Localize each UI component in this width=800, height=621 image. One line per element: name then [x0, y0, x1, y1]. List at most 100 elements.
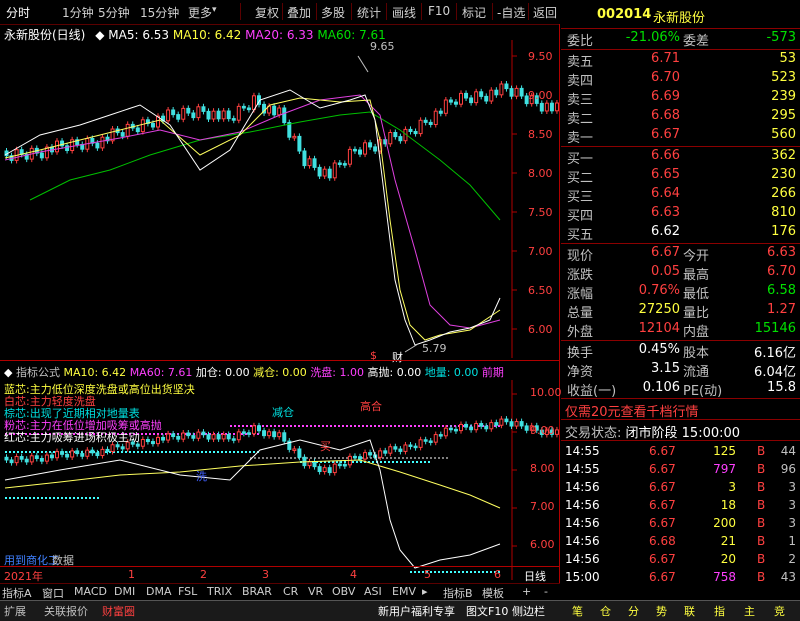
candle: [413, 445, 418, 449]
tick-price: 6.67: [649, 570, 676, 584]
tab-dma[interactable]: DMA: [146, 585, 172, 598]
icon-bi[interactable]: 笔: [572, 603, 583, 619]
candle: [524, 425, 529, 431]
chevron-down-icon[interactable]: ▾: [212, 5, 217, 15]
stat-value: 0.05: [651, 264, 680, 279]
icon-shi[interactable]: 势: [656, 603, 667, 619]
time-axis-period[interactable]: 日线: [524, 568, 546, 584]
candle: [469, 426, 474, 431]
tab-brar[interactable]: BRAR: [242, 585, 272, 598]
tab-fsl[interactable]: FSL: [178, 585, 197, 598]
candle: [140, 119, 145, 133]
sell-volume: 295: [771, 108, 796, 123]
tab-15min[interactable]: 15分钟: [140, 4, 179, 21]
remove-tab-button[interactable]: -: [544, 585, 548, 598]
candle: [317, 166, 322, 177]
finance-marker[interactable]: 财: [392, 349, 403, 365]
candle: [125, 123, 130, 137]
candle: [474, 91, 479, 104]
candle: [211, 434, 216, 440]
buy-volume: 266: [771, 186, 796, 201]
tab-5min[interactable]: 5分钟: [98, 4, 130, 21]
candle: [75, 450, 80, 455]
icon-zhi[interactable]: 指: [714, 603, 725, 619]
tab-vr[interactable]: VR: [308, 585, 323, 598]
tab-template[interactable]: 模板: [482, 585, 504, 601]
candle: [438, 434, 443, 437]
draw-line-button[interactable]: 画线: [392, 4, 416, 21]
candle: [120, 446, 125, 450]
indicator-tabs: 指标A 窗口 MACD DMI DMA FSL TRIX BRAR CR VR …: [0, 583, 560, 601]
add-watchlist-button[interactable]: -自选: [497, 4, 525, 21]
candle: [120, 132, 125, 137]
icon-fen[interactable]: 分: [628, 603, 639, 619]
sell-row: 卖二 6.68 295: [561, 108, 800, 127]
settings-icon[interactable]: ◆: [4, 366, 12, 379]
tab-intraday[interactable]: 分时: [6, 4, 30, 21]
candle: [246, 107, 251, 111]
tab-dmi[interactable]: DMI: [114, 585, 135, 598]
overlay-button[interactable]: 叠加: [287, 4, 311, 21]
time-axis-month: 2: [200, 568, 207, 581]
axis-tick: 6.00: [530, 538, 555, 551]
candle: [231, 438, 236, 441]
candle: [65, 453, 70, 458]
related-quote-button[interactable]: 关联报价: [44, 603, 88, 619]
wealth-circle-button[interactable]: 财富圈: [102, 603, 135, 619]
candle: [246, 432, 251, 435]
candle: [363, 452, 368, 460]
expand-button[interactable]: 扩展: [4, 603, 26, 619]
tab-indicator-b[interactable]: 指标B: [443, 585, 473, 601]
new-user-promo[interactable]: 新用户福利专享: [378, 603, 455, 619]
candle: [292, 448, 297, 451]
stats-button[interactable]: 统计: [357, 4, 381, 21]
ind-qianjing: 前期: [481, 366, 504, 379]
tab-more[interactable]: 更多: [188, 4, 212, 21]
add-tab-button[interactable]: +: [522, 585, 531, 598]
stat-row: 净资 3.15 流通 6.04亿: [561, 361, 800, 380]
candle: [297, 448, 302, 458]
stat-value: 6.58: [767, 283, 796, 298]
f10-graphic-button[interactable]: 图文F10: [466, 603, 508, 619]
candle: [29, 455, 34, 463]
tab-1min[interactable]: 1分钟: [62, 4, 94, 21]
fuquan-button[interactable]: 复权: [255, 4, 279, 21]
sell-row: 卖四 6.70 523: [561, 70, 800, 89]
mark-button[interactable]: 标记: [462, 4, 486, 21]
stat-label: 换手: [567, 346, 594, 361]
icon-zhu[interactable]: 主: [744, 603, 755, 619]
candlestick-chart[interactable]: [0, 40, 560, 358]
icon-lian[interactable]: 联: [684, 603, 695, 619]
multi-stock-button[interactable]: 多股: [321, 4, 345, 21]
back-button[interactable]: 返回: [533, 4, 557, 21]
weibi-value: -21.06%: [625, 30, 680, 45]
candle: [408, 444, 413, 447]
tab-window[interactable]: 窗口: [42, 585, 64, 601]
tab-cr[interactable]: CR: [283, 585, 298, 598]
sidebar-toggle[interactable]: 侧边栏: [512, 603, 545, 619]
icon-cang[interactable]: 仓: [600, 603, 611, 619]
tab-obv[interactable]: OBV: [332, 585, 355, 598]
chevron-right-icon[interactable]: ▸: [422, 585, 428, 598]
stat-value: 27250: [638, 302, 680, 317]
tab-asi[interactable]: ASI: [364, 585, 382, 598]
tick-row: 14:56 6.67 18 B 3: [561, 497, 800, 515]
candle: [9, 459, 14, 464]
indicator-name[interactable]: 指标公式: [16, 366, 60, 379]
candle: [236, 105, 241, 121]
icon-jing[interactable]: 竞: [774, 603, 785, 619]
tab-trix[interactable]: TRIX: [207, 585, 232, 598]
tab-emv[interactable]: EMV: [392, 585, 416, 598]
promo-link[interactable]: 仅需20元查看千档行情: [565, 401, 699, 420]
tick-row: 15:00 6.67 758 B 43: [561, 569, 800, 587]
buy-price: 6.66: [651, 148, 680, 163]
candle: [312, 158, 317, 168]
tab-indicator-a[interactable]: 指标A: [2, 585, 32, 601]
candle: [438, 110, 443, 114]
candle: [95, 142, 100, 149]
axis-tick: 10.00: [530, 386, 562, 399]
trade-status: 交易状态: 闭市阶段 15:00:00: [565, 422, 740, 441]
tick-side: B: [757, 534, 766, 548]
f10-button[interactable]: F10: [428, 4, 450, 18]
tab-macd[interactable]: MACD: [74, 585, 107, 598]
